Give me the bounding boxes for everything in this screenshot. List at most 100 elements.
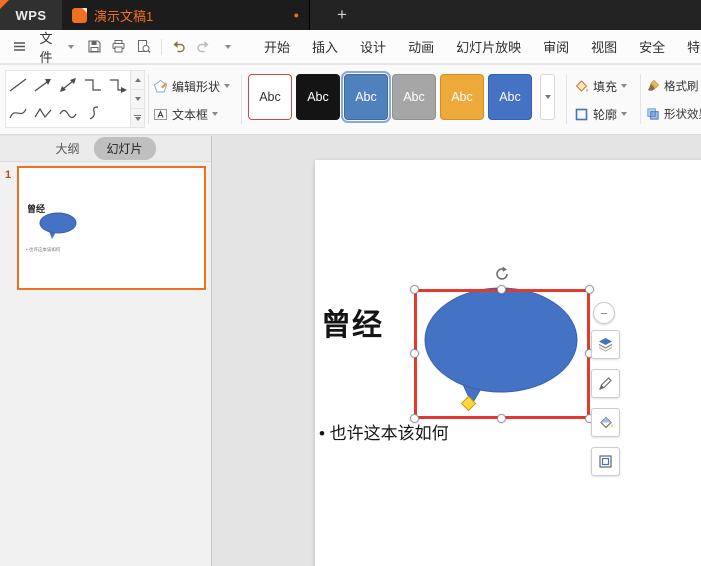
style-pen-button[interactable] — [591, 369, 620, 398]
slide-thumbnail[interactable]: 曾经 • 也许这本该如何 — [17, 166, 206, 290]
shape-style-option-selected[interactable]: Abc — [341, 71, 391, 123]
outline-button[interactable]: 轮廓 — [574, 104, 628, 124]
shape-style-more-button[interactable] — [540, 74, 555, 120]
fill-bucket-icon — [575, 79, 588, 92]
outline-square-icon — [575, 108, 588, 120]
slide-bullet-text[interactable]: • 也许这本该如何 — [319, 419, 449, 444]
shape-effects-button[interactable]: 形状效果 — [646, 104, 701, 124]
tab-home[interactable]: 开始 — [253, 30, 301, 63]
edit-shape-button[interactable]: 编辑形状 — [153, 76, 231, 96]
selection-handle[interactable] — [497, 285, 506, 294]
edit-shape-icon — [153, 79, 168, 92]
wps-logo-label: WPS — [15, 7, 47, 23]
shape-style-label: Abc — [355, 90, 377, 104]
print-preview-button[interactable] — [132, 35, 154, 59]
chevron-down-icon — [212, 112, 219, 116]
slide-title-text[interactable]: 曾经 — [321, 300, 383, 344]
tab-slides-pane[interactable]: 幻灯片 — [93, 137, 156, 160]
shape-effects-label: 形状效果 — [664, 109, 701, 121]
redo-button[interactable] — [192, 35, 214, 59]
gallery-more-button[interactable] — [131, 109, 144, 127]
shape-style-option[interactable]: Abc — [392, 74, 436, 120]
ribbon-tab-bar: 开始 插入 设计 动画 幻灯片放映 审阅 视图 安全 特色功能 — [253, 30, 701, 63]
global-menu-button[interactable] — [8, 35, 30, 59]
shape-tool-elbow-connector[interactable] — [80, 71, 105, 99]
shape-tool-double-arrow[interactable] — [56, 71, 81, 99]
shape-tool-arrow[interactable] — [31, 71, 56, 99]
shape-style-gallery: Abc Abc Abc Abc Abc Abc — [248, 71, 532, 123]
textbox-button[interactable]: 文本框 — [153, 104, 219, 124]
selection-handle[interactable] — [410, 285, 419, 294]
shape-style-option[interactable]: Abc — [296, 74, 340, 120]
document-tab-title: 演示文稿1 — [94, 8, 154, 24]
chevron-down-icon — [224, 84, 231, 88]
tab-animation[interactable]: 动画 — [397, 30, 445, 63]
modified-dot-icon: ● — [293, 9, 299, 20]
shape-tool-wave[interactable] — [56, 99, 81, 127]
selection-handle[interactable] — [497, 414, 506, 423]
shape-tool-elbow-arrow[interactable] — [105, 71, 130, 99]
shape-style-label: Abc — [451, 90, 473, 104]
shape-style-option[interactable]: Abc — [488, 74, 532, 120]
quick-fill-button[interactable] — [591, 408, 620, 437]
tab-slideshow[interactable]: 幻灯片放映 — [445, 30, 532, 63]
collapse-toolbar-button[interactable]: − — [593, 302, 615, 324]
more-bar-icon — [134, 114, 141, 117]
corner-accent-icon — [0, 0, 9, 9]
shape-gallery — [5, 70, 131, 128]
tab-view[interactable]: 视图 — [580, 30, 628, 63]
new-tab-button[interactable]: + — [328, 0, 356, 30]
file-menu-button[interactable]: 文件 — [32, 31, 81, 65]
selection-handle[interactable] — [585, 285, 594, 294]
shape-tool-scribble[interactable] — [80, 99, 105, 127]
wps-logo-button[interactable]: WPS — [0, 0, 62, 30]
titlebar: WPS 演示文稿1 ● + — [0, 0, 701, 30]
frame-outline-button[interactable] — [591, 447, 620, 476]
fill-button[interactable]: 填充 — [574, 76, 628, 96]
redo-icon — [197, 41, 209, 53]
toolbar-more-button[interactable] — [217, 35, 239, 59]
shape-style-option[interactable]: Abc — [440, 74, 484, 120]
shape-effects-icon — [647, 108, 659, 120]
format-painter-button[interactable]: 格式刷 — [646, 76, 699, 96]
editing-canvas[interactable]: 曾经 • 也许这本该如何 − — [213, 136, 701, 566]
triangle-down-icon — [134, 117, 141, 122]
save-button[interactable] — [83, 35, 105, 59]
gallery-scroll-down-button[interactable] — [131, 90, 144, 109]
tab-insert[interactable]: 插入 — [301, 30, 349, 63]
toolbar-divider — [160, 38, 162, 55]
tab-security[interactable]: 安全 — [628, 30, 676, 63]
ribbon-divider — [640, 74, 641, 124]
shape-style-label: Abc — [499, 90, 521, 104]
shape-style-label: Abc — [259, 90, 281, 104]
triangle-down-icon — [134, 97, 141, 101]
thumbnail-speech-bubble — [39, 212, 77, 239]
tab-review[interactable]: 审阅 — [532, 30, 580, 63]
print-button[interactable] — [108, 35, 130, 59]
app-window: WPS 演示文稿1 ● + 文件 开始 插入 设计 动画 幻灯片放映 审阅 视图… — [0, 0, 701, 566]
shape-style-option[interactable]: Abc — [248, 74, 292, 120]
printer-icon — [112, 40, 125, 53]
arrange-layers-button[interactable] — [591, 330, 620, 359]
undo-button[interactable] — [168, 35, 190, 59]
frame-icon — [599, 455, 612, 468]
shape-selection-box[interactable] — [410, 266, 594, 423]
tab-outline-pane[interactable]: 大纲 — [55, 140, 79, 157]
tab-special-features[interactable]: 特色功能 — [676, 30, 701, 63]
file-menu-label: 文件 — [39, 30, 53, 65]
slide-page[interactable]: 曾经 • 也许这本该如何 — [315, 160, 701, 566]
selection-handle[interactable] — [410, 349, 419, 358]
rotate-handle-icon[interactable] — [494, 266, 510, 282]
shape-tool-curve[interactable] — [6, 99, 31, 127]
ribbon-divider — [566, 74, 567, 124]
triangle-down-icon — [544, 95, 551, 99]
layers-icon — [598, 338, 613, 352]
fill-bucket-icon — [600, 416, 613, 429]
document-tab[interactable]: 演示文稿1 ● — [62, 0, 310, 30]
tab-design[interactable]: 设计 — [349, 30, 397, 63]
chevron-down-icon — [621, 112, 628, 116]
slide-number: 1 — [5, 169, 12, 181]
shape-tool-freeform[interactable] — [31, 99, 56, 127]
shape-tool-line[interactable] — [6, 71, 31, 99]
gallery-scroll-up-button[interactable] — [131, 71, 144, 90]
